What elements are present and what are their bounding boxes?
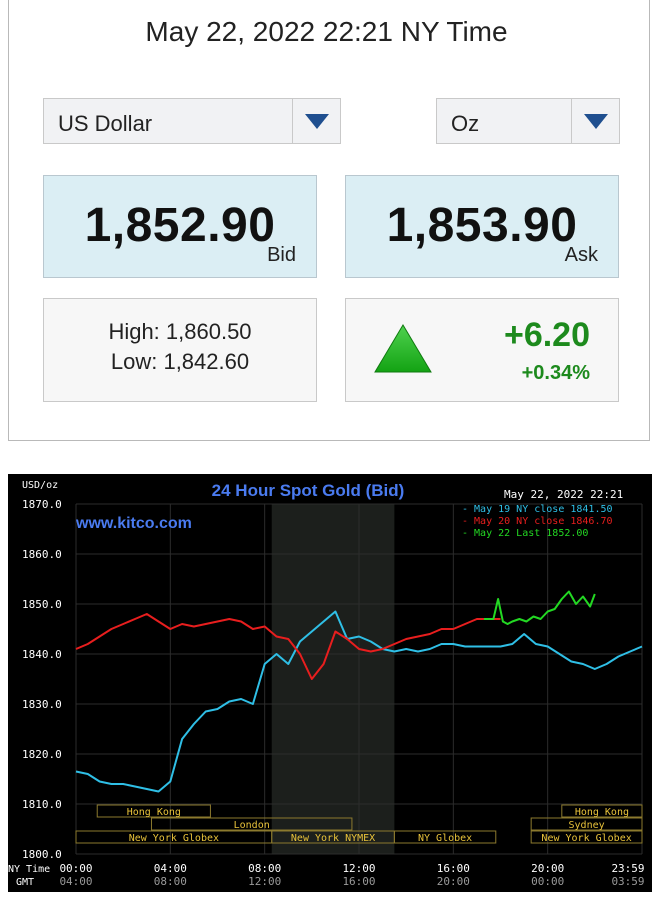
gmt-label: GMT [16, 877, 34, 888]
ask-box: 1,853.90 Ask [345, 175, 619, 278]
up-triangle-icon [374, 324, 432, 373]
ny-tick-label: 20:00 [531, 862, 564, 875]
gmt-tick-label: 00:00 [531, 875, 564, 888]
unit-dropdown-button[interactable] [571, 99, 619, 143]
gmt-tick-label: 04:00 [59, 875, 92, 888]
chart-title: 24 Hour Spot Gold (Bid) [212, 481, 405, 500]
ny-tick-label: 04:00 [154, 862, 187, 875]
ny-tick-label: 16:00 [437, 862, 470, 875]
session-label: London [234, 820, 270, 831]
y-tick-label: 1820.0 [22, 748, 62, 761]
chevron-down-icon [584, 114, 608, 129]
ny-tick-label: 12:00 [342, 862, 375, 875]
legend-entry: - May 22 Last 1852.00 [462, 528, 588, 539]
ask-label: Ask [564, 244, 598, 266]
y-tick-label: 1870.0 [22, 498, 62, 511]
session-label: Hong Kong [575, 807, 629, 818]
change-value: +6.20 [503, 316, 590, 354]
ny-time-label: NY Time [8, 864, 50, 875]
ny-tick-label: 00:00 [59, 862, 92, 875]
gmt-tick-label: 12:00 [248, 875, 281, 888]
unit-label: USD/oz [22, 480, 58, 491]
y-tick-label: 1860.0 [22, 548, 62, 561]
y-tick-label: 1800.0 [22, 848, 62, 861]
change-percent: +0.34% [521, 362, 590, 384]
session-label: Hong Kong [127, 807, 181, 818]
gmt-tick-label: 20:00 [437, 875, 470, 888]
legend-entry: - May 20 NY close 1846.70 [462, 516, 613, 527]
nymex-session-shading [271, 504, 395, 854]
unit-select-value: Oz [451, 111, 480, 136]
session-label: New York NYMEX [291, 833, 375, 844]
bid-box: 1,852.90 Bid [43, 175, 317, 278]
y-tick-label: 1810.0 [22, 798, 62, 811]
gmt-tick-label: 08:00 [154, 875, 187, 888]
chart-svg: 1870.0 1860.0 1850.0 1840.0 1830.0 1820.0 1810… [8, 480, 645, 888]
y-tick-label: 1840.0 [22, 648, 62, 661]
currency-select[interactable]: US Dollar [43, 98, 341, 144]
bid-label: Bid [267, 244, 296, 266]
currency-dropdown-button[interactable] [292, 99, 340, 143]
change-box: +6.20 +0.34% [345, 298, 619, 402]
gmt-tick-label: 03:59 [611, 875, 644, 888]
chart-date-label: May 22, 2022 22:21 [504, 488, 623, 501]
gold-chart: 1870.0 1860.0 1850.0 1840.0 1830.0 1820.0 1810… [8, 474, 652, 892]
currency-select-value: US Dollar [58, 111, 153, 136]
chevron-down-icon [305, 114, 329, 129]
session-label: New York Globex [541, 833, 631, 844]
low-value: Low: 1,842.60 [110, 349, 250, 374]
y-tick-label: 1830.0 [22, 698, 62, 711]
watermark: www.kitco.com [75, 515, 192, 532]
unit-select[interactable]: Oz [436, 98, 620, 144]
high-low-box: High: 1,860.50 Low: 1,842.60 [43, 298, 317, 402]
session-label: NY Globex [418, 833, 472, 844]
session-label: New York Globex [129, 833, 219, 844]
session-label: Sydney [569, 820, 605, 831]
ny-tick-label: 08:00 [248, 862, 281, 875]
timestamp: May 22, 2022 22:21 NY Time [145, 16, 508, 47]
series-line-3 [484, 590, 596, 625]
gmt-tick-label: 16:00 [342, 875, 375, 888]
ny-tick-label: 23:59 [611, 862, 644, 875]
legend-entry: - May 19 NY close 1841.50 [462, 504, 613, 515]
high-value: High: 1,860.50 [108, 319, 252, 344]
y-tick-label: 1850.0 [22, 598, 62, 611]
